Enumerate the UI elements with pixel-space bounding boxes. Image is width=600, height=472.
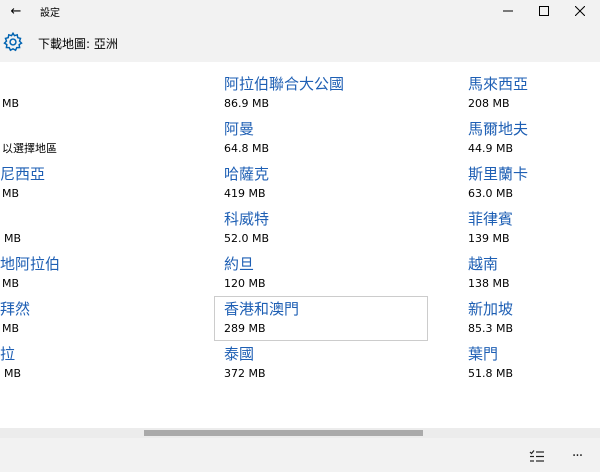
region-name: 斯里蘭卡	[468, 165, 529, 183]
close-button[interactable]	[562, 0, 598, 22]
region-size: 64.8 MB	[224, 142, 270, 155]
region-item[interactable]: 越南 138 MB	[468, 255, 510, 300]
region-item[interactable]: 科威特 52.0 MB	[224, 210, 269, 255]
region-name: 葉門	[468, 345, 499, 363]
region-name: 度	[0, 120, 57, 139]
region-item[interactable]: 哈薩克 419 MB	[224, 165, 269, 210]
select-button[interactable]	[525, 446, 549, 466]
region-name: 阿曼	[224, 120, 255, 138]
region-size: 以選擇地區	[2, 142, 57, 155]
maximize-icon	[539, 6, 549, 16]
close-icon	[575, 6, 585, 16]
region-size: MB	[4, 232, 22, 245]
region-name: 朋	[0, 75, 19, 94]
gear-icon	[3, 31, 23, 52]
region-name: 塞拜然	[0, 300, 31, 318]
region-size: 208 MB	[468, 97, 510, 110]
region-item[interactable]: 阿拉伯聯合大公國 86.9 MB	[224, 75, 344, 120]
region-item-selected[interactable]: 香港和澳門 289 MB	[214, 296, 428, 341]
region-name: 越南	[468, 255, 499, 273]
region-item[interactable]: 朋 MB	[0, 75, 19, 120]
minimize-icon	[503, 10, 513, 12]
region-name: 馬爾地夫	[468, 120, 529, 138]
region-size: MB	[2, 187, 20, 200]
more-options-button[interactable]: ···	[565, 446, 589, 466]
region-item[interactable]: 馬來西亞 208 MB	[468, 75, 528, 120]
region-size: MB	[2, 277, 20, 290]
back-button[interactable]: ←	[4, 0, 28, 22]
region-item[interactable]: 菲律賓 139 MB	[468, 210, 513, 255]
region-size: 289 MB	[224, 322, 266, 335]
region-item[interactable]: 馬爾地夫 44.9 MB	[468, 120, 528, 165]
region-item[interactable]: 阿曼 64.8 MB	[224, 120, 269, 165]
map-region-list: 朋 MB 度 以選擇地區 度尼西亞 MB 萊 MB 烏地阿拉伯 MB 塞拜然 M…	[0, 62, 600, 428]
region-name: 度尼西亞	[0, 165, 46, 183]
region-name: 馬來西亞	[468, 75, 529, 93]
horizontal-scrollbar[interactable]	[0, 428, 600, 438]
region-item[interactable]: 約旦 120 MB	[224, 255, 266, 300]
region-size: 139 MB	[468, 232, 510, 245]
region-item[interactable]: 新加坡 85.3 MB	[468, 300, 513, 345]
region-item[interactable]: 斯里蘭卡 63.0 MB	[468, 165, 528, 210]
region-name: 菲律賓	[468, 210, 514, 228]
region-item[interactable]: 萊 MB	[0, 210, 21, 255]
back-arrow-icon: ←	[10, 3, 22, 19]
region-item[interactable]: 葉門 51.8 MB	[468, 345, 513, 390]
region-name: 約旦	[224, 255, 255, 273]
region-item[interactable]: 度尼西亞 MB	[0, 165, 45, 210]
region-size: 85.3 MB	[468, 322, 514, 335]
minimize-button[interactable]	[490, 0, 526, 22]
region-item[interactable]: 烏地阿拉伯 MB	[0, 255, 60, 300]
region-item[interactable]: 加拉 MB	[0, 345, 21, 390]
region-size: MB	[4, 367, 22, 380]
region-size: 52.0 MB	[224, 232, 270, 245]
command-bar: ···	[0, 438, 600, 472]
region-size: 51.8 MB	[468, 367, 514, 380]
region-name: 加拉	[0, 345, 16, 363]
region-size: MB	[2, 97, 20, 110]
region-name: 香港和澳門	[224, 300, 300, 318]
region-size: 120 MB	[224, 277, 266, 290]
region-item[interactable]: 度 以選擇地區	[0, 120, 57, 165]
region-name: 科威特	[224, 210, 270, 228]
region-item[interactable]: 塞拜然 MB	[0, 300, 30, 345]
more-icon: ···	[571, 448, 583, 464]
region-size: 44.9 MB	[468, 142, 514, 155]
scrollbar-thumb[interactable]	[144, 430, 423, 436]
region-name: 烏地阿拉伯	[0, 255, 61, 273]
region-name: 哈薩克	[224, 165, 270, 183]
region-size: 86.9 MB	[224, 97, 270, 110]
region-size: MB	[2, 322, 20, 335]
region-size: 138 MB	[468, 277, 510, 290]
window-title: 設定	[40, 8, 60, 19]
region-size: 63.0 MB	[468, 187, 514, 200]
region-size: 372 MB	[224, 367, 266, 380]
title-bar: ← 設定	[0, 0, 600, 22]
region-name: 新加坡	[468, 300, 514, 318]
page-title: 下載地圖: 亞洲	[38, 37, 118, 51]
maximize-button[interactable]	[526, 0, 562, 22]
select-list-icon	[529, 450, 544, 462]
region-item[interactable]: 泰國 372 MB	[224, 345, 266, 390]
region-name: 阿拉伯聯合大公國	[224, 75, 345, 93]
page-header: 下載地圖: 亞洲	[0, 22, 600, 62]
region-name: 萊	[0, 210, 21, 229]
region-size: 419 MB	[224, 187, 266, 200]
region-name: 泰國	[224, 345, 255, 363]
